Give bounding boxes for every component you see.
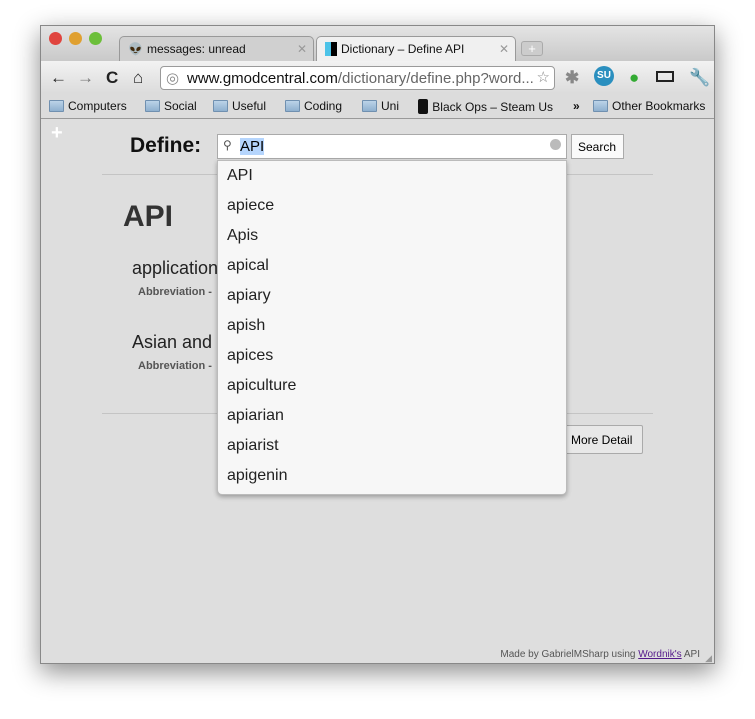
bookmark-coding[interactable]: Coding (285, 99, 342, 113)
toolbar: ← → C ⌂ ◎ www.gmodcentral.com/dictionary/… (41, 61, 714, 93)
minimize-window-button[interactable] (69, 32, 82, 45)
bookmark-computers[interactable]: Computers (49, 99, 127, 113)
bookmark-label: Black Ops – Steam Us (432, 99, 553, 114)
zoom-window-button[interactable] (89, 32, 102, 45)
extension-bug-icon[interactable]: ✱ (565, 68, 579, 88)
suggestion-item[interactable]: apices (218, 341, 566, 371)
tab-messages[interactable]: 👽 messages: unread ✕ (119, 36, 314, 61)
suggestion-item[interactable]: apiculture (218, 371, 566, 401)
search-button[interactable]: Search (571, 134, 624, 159)
bookmark-label: Uni (381, 99, 400, 113)
browser-window: 👽 messages: unread ✕ Dictionary – Define A… (40, 25, 715, 664)
page-content: + Define: ⚲ API Search API application Ab… (41, 120, 714, 663)
folder-icon (213, 100, 228, 112)
suggestion-item[interactable]: Apis (218, 221, 566, 251)
tab-dictionary[interactable]: Dictionary – Define API ✕ (316, 36, 516, 61)
close-window-button[interactable] (49, 32, 62, 45)
bookmark-label: Social (164, 99, 197, 113)
definition-text: application (132, 258, 219, 278)
tab-label: messages: unread (146, 42, 246, 56)
folder-icon (362, 100, 377, 112)
suggestion-item[interactable]: apigenin (218, 461, 566, 491)
search-value: API (240, 138, 265, 155)
plus-icon[interactable]: + (51, 122, 63, 145)
footer: Made by GabrielMSharp using Wordnik's AP… (500, 649, 700, 660)
suggestion-item[interactable]: apiary (218, 281, 566, 311)
steam-icon (418, 99, 429, 114)
folder-icon (145, 100, 160, 112)
bookmarks-bar: Computers Social Useful Coding Uni Black… (41, 93, 714, 119)
extension-green-icon[interactable]: ● (629, 68, 639, 88)
suggestion-item[interactable]: apical (218, 251, 566, 281)
wordnik-link[interactable]: Wordnik's (638, 649, 681, 660)
word-heading: API (123, 200, 174, 233)
bookmark-label: Coding (304, 99, 343, 113)
bookmark-social[interactable]: Social (145, 99, 197, 113)
part-of-speech: Abbreviation - (138, 360, 212, 372)
stumbleupon-icon[interactable]: SU (594, 66, 614, 86)
footer-text: Made by GabrielMSharp using (500, 649, 639, 660)
more-detail-button[interactable]: More Detail (564, 425, 643, 454)
suggestion-item[interactable]: API (218, 161, 566, 191)
back-icon[interactable]: ← (50, 68, 67, 88)
bookmark-black-ops[interactable]: Black Ops – Steam Us (418, 99, 553, 114)
magnifier-icon: ⚲ (223, 138, 232, 152)
clear-icon[interactable] (550, 139, 561, 150)
new-tab-button[interactable]: + (521, 41, 543, 56)
star-icon[interactable]: ☆ (537, 68, 550, 86)
close-tab-icon[interactable]: ✕ (499, 42, 509, 56)
autocomplete-dropdown: API apiece Apis apical apiary apish apices apic… (217, 160, 567, 495)
suggestion-item[interactable]: apiarian (218, 401, 566, 431)
globe-icon: ◎ (166, 70, 180, 87)
bookmark-uni[interactable]: Uni (362, 99, 399, 113)
wrench-icon[interactable]: 🔧 (689, 68, 710, 88)
bookmark-other[interactable]: Other Bookmarks (593, 99, 705, 113)
bookmark-label: Other Bookmarks (612, 99, 706, 113)
footer-text: API (681, 649, 700, 660)
bookmark-label: Useful (232, 99, 267, 113)
ruler-icon[interactable] (656, 71, 674, 82)
suggestion-item[interactable]: apiarist (218, 431, 566, 461)
folder-icon (285, 100, 300, 112)
folder-icon (49, 100, 64, 112)
address-bar[interactable]: ◎ www.gmodcentral.com/dictionary/define.p… (160, 66, 555, 90)
suggestion-item[interactable]: apiece (218, 191, 566, 221)
definition-text: Asian and (132, 332, 213, 352)
url-host: www.gmodcentral.com (187, 70, 338, 87)
forward-icon[interactable]: → (77, 68, 94, 88)
part-of-speech: Abbreviation - (138, 286, 212, 298)
resize-grip-icon[interactable]: ◢ (705, 653, 712, 663)
bookmarks-overflow-button[interactable]: » (573, 99, 580, 113)
reddit-icon: 👽 (128, 42, 143, 56)
favicon-icon (325, 42, 337, 56)
search-input[interactable]: ⚲ API (217, 134, 567, 159)
define-label: Define: (130, 134, 202, 157)
close-tab-icon[interactable]: ✕ (297, 42, 307, 56)
url-path: /dictionary/define.php?word... (337, 70, 534, 87)
reload-icon[interactable]: C (106, 68, 118, 88)
tab-label: Dictionary – Define API (341, 42, 465, 56)
bookmark-label: Computers (68, 99, 127, 113)
bookmark-useful[interactable]: Useful (213, 99, 266, 113)
folder-icon (593, 100, 608, 112)
suggestion-item[interactable]: apish (218, 311, 566, 341)
tab-strip: 👽 messages: unread ✕ Dictionary – Define A… (41, 26, 714, 61)
home-icon[interactable]: ⌂ (133, 68, 143, 88)
